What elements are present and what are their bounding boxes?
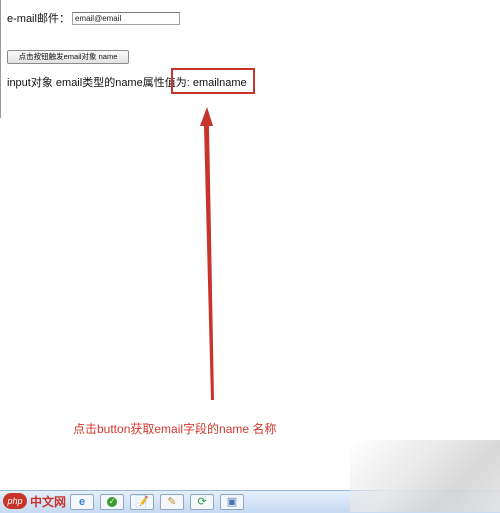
app-icon[interactable]: ▣	[220, 494, 244, 510]
page-border	[0, 0, 1, 118]
ie-icon[interactable]: e	[70, 494, 94, 510]
email-label: e-mail邮件：	[7, 13, 70, 25]
watermark-site: 中文网	[30, 494, 67, 509]
highlight-box	[171, 68, 255, 94]
annotation-caption: 点击button获取email字段的name 名称	[73, 422, 277, 436]
watermark-logo: php 中文网	[3, 492, 66, 510]
email-row: e-mail邮件：	[7, 10, 180, 26]
get-name-button[interactable]: 点击按钮触发email对象 name	[7, 50, 129, 64]
blurred-area	[350, 440, 500, 512]
email-input[interactable]	[71, 11, 180, 25]
watermark-badge: php	[3, 493, 27, 509]
refresh-icon[interactable]: ⟳	[190, 494, 214, 510]
notepad-icon[interactable]: 📝	[130, 494, 154, 510]
check-icon[interactable]: ✓	[100, 494, 124, 510]
paint-icon[interactable]: ✎	[160, 494, 184, 510]
